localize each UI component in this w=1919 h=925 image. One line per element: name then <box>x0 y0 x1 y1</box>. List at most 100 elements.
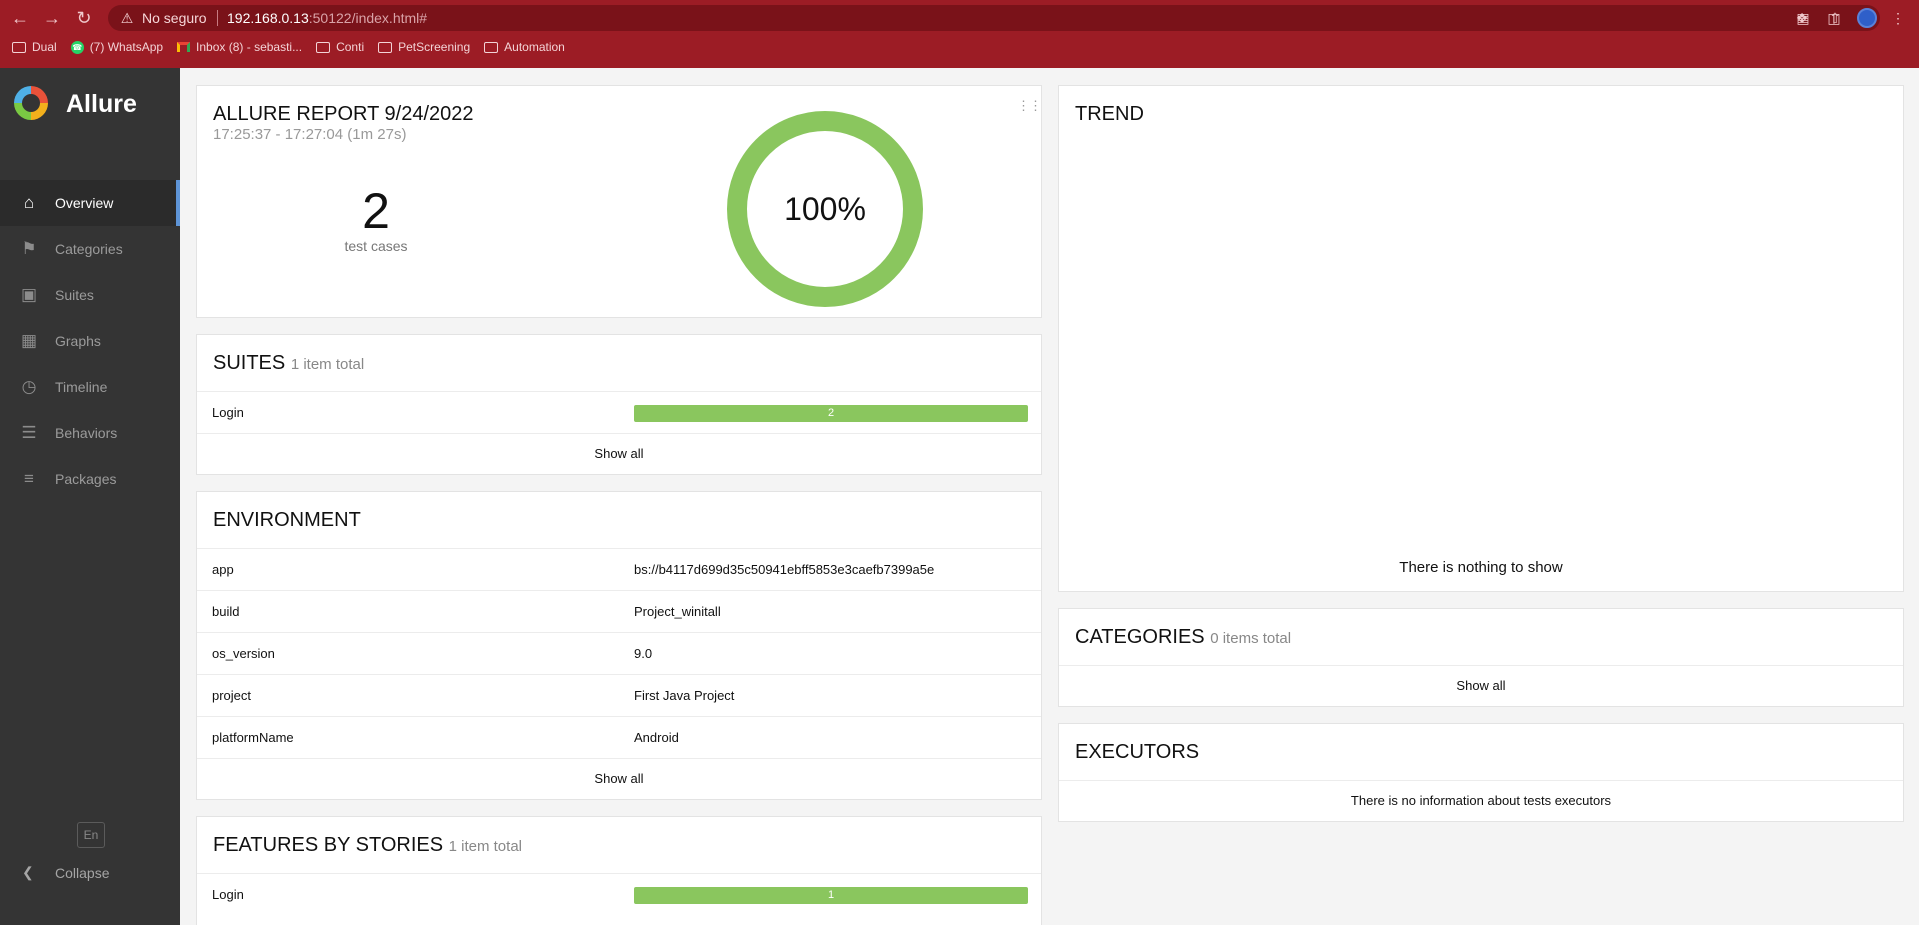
feature-status-bar[interactable]: 1 <box>634 887 1028 904</box>
bookmark-dual[interactable]: Dual <box>12 40 57 54</box>
test-case-count: 2 <box>362 183 390 239</box>
collapse-label: Collapse <box>55 865 110 881</box>
align-left-icon: ≡ <box>24 469 34 488</box>
sidebar-item-suites[interactable]: ▣ Suites <box>0 272 180 318</box>
sidebar-item-graphs[interactable]: ▦ Graphs <box>0 318 180 364</box>
address-divider <box>217 10 218 26</box>
drag-handle-icon[interactable]: ⋮⋮ <box>1017 98 1042 114</box>
folder-icon <box>316 41 331 53</box>
categories-title-text: CATEGORIES <box>1075 626 1205 648</box>
table-row: os_version 9.0 <box>197 632 1041 674</box>
sidebar-item-overview[interactable]: ⌂ Overview <box>0 180 180 226</box>
summary-widget: ALLURE REPORT 9/24/2022 17:25:37 - 17:27… <box>196 85 1042 318</box>
reload-icon[interactable]: ↻ <box>72 6 96 30</box>
suites-title: SUITES 1 item total <box>213 352 364 375</box>
bookmark-label: Inbox (8) - sebasti... <box>196 40 303 54</box>
bookmarks-bar: Dual ☎ (7) WhatsApp Inbox (8) - sebasti..… <box>12 40 565 54</box>
bookmark-conti[interactable]: Conti <box>316 40 364 54</box>
whatsapp-icon: ☎ <box>70 40 84 54</box>
sidebar-item-timeline[interactable]: ◷ Timeline <box>0 364 180 410</box>
suites-widget: SUITES 1 item total Login 2 Show all <box>196 334 1042 475</box>
briefcase-icon: ▣ <box>20 285 38 304</box>
sidebar-item-categories[interactable]: ⚑ Categories <box>0 226 180 272</box>
bookmark-label: Automation <box>504 40 565 54</box>
categories-title: CATEGORIES 0 items total <box>1075 626 1291 649</box>
executors-widget: EXECUTORS There is no information about … <box>1058 723 1904 822</box>
features-title-text: FEATURES BY STORIES <box>213 834 444 856</box>
collapse-button[interactable]: ❮ Collapse <box>0 858 180 888</box>
pass-rate-value: 100% <box>784 191 866 227</box>
features-widget: FEATURES BY STORIES 1 item total Login 1 <box>196 816 1042 925</box>
pass-rate-donut: 100% <box>727 111 923 307</box>
report-time-range: 17:25:37 - 17:27:04 (1m 27s) <box>213 126 407 143</box>
url-text: 192.168.0.13:50122/index.html# <box>227 10 427 26</box>
categories-widget: CATEGORIES 0 items total Show all <box>1058 608 1904 707</box>
suite-name: Login <box>212 405 244 420</box>
warning-icon: ⚠ <box>120 10 134 26</box>
sidebar-item-label: Graphs <box>55 333 101 349</box>
trend-title: TREND <box>1075 103 1144 125</box>
table-row: build Project_winitall <box>197 590 1041 632</box>
features-subtitle: 1 item total <box>448 838 522 855</box>
sidebar: Allure ⌂ Overview ⚑ Categories ▣ Suites … <box>0 68 180 925</box>
table-row: app bs://b4117d699d35c50941ebff5853e3cae… <box>197 548 1041 590</box>
sidebar-item-packages[interactable]: ≡ Packages <box>0 456 180 502</box>
bar-chart-icon: ▦ <box>20 331 38 350</box>
back-icon[interactable]: ← <box>8 6 32 30</box>
env-key: os_version <box>212 646 275 661</box>
report-title: ALLURE REPORT 9/24/2022 <box>213 103 474 125</box>
bookmark-automation[interactable]: Automation <box>484 40 565 54</box>
folder-icon <box>378 41 393 53</box>
security-label: No seguro <box>142 10 207 26</box>
environment-widget: ENVIRONMENT app bs://b4117d699d35c50941e… <box>196 491 1042 800</box>
executors-empty-message: There is no information about tests exec… <box>1059 780 1903 822</box>
table-row[interactable]: Login 1 <box>197 873 1041 915</box>
url-host: 192.168.0.13 <box>227 10 309 26</box>
env-value: bs://b4117d699d35c50941ebff5853e3caefb73… <box>634 562 935 577</box>
sidebar-item-label: Overview <box>55 195 114 211</box>
env-key: app <box>212 562 234 577</box>
home-icon: ⌂ <box>23 193 35 212</box>
extensions-icon[interactable]: ❖ <box>1792 8 1812 28</box>
trend-empty-message: There is nothing to show <box>1399 559 1563 576</box>
suites-subtitle: 1 item total <box>290 356 365 373</box>
env-value: Project_winitall <box>634 604 721 619</box>
env-value: Android <box>634 730 679 745</box>
feature-name: Login <box>212 887 244 902</box>
suite-status-bar[interactable]: 2 <box>634 405 1028 422</box>
table-row: platformName Android <box>197 716 1041 758</box>
environment-title: ENVIRONMENT <box>213 509 361 531</box>
categories-show-all-link[interactable]: Show all <box>1059 665 1903 707</box>
clock-icon: ◷ <box>21 377 37 396</box>
suites-show-all-link[interactable]: Show all <box>197 433 1041 475</box>
folder-icon <box>12 41 26 53</box>
allure-logo-icon <box>14 86 48 120</box>
sidebar-item-label: Packages <box>55 471 117 487</box>
environment-show-all-link[interactable]: Show all <box>197 758 1041 800</box>
bookmark-gmail[interactable]: Inbox (8) - sebasti... <box>177 40 302 54</box>
flag-icon: ⚑ <box>21 239 37 258</box>
suites-title-text: SUITES <box>213 352 286 374</box>
language-button[interactable]: En <box>77 822 105 848</box>
bookmark-petscreening[interactable]: PetScreening <box>378 40 470 54</box>
bookmark-label: Conti <box>336 40 365 54</box>
sidepanel-icon[interactable]: ◫ <box>1824 8 1844 28</box>
menu-dots-icon[interactable]: ⋮ <box>1888 8 1908 28</box>
browser-chrome: ← → ↻ ⚠ No seguro 192.168.0.13:50122/ind… <box>0 0 1919 68</box>
address-bar[interactable]: ⚠ No seguro 192.168.0.13:50122/index.htm… <box>108 5 1880 31</box>
bookmark-whatsapp[interactable]: ☎ (7) WhatsApp <box>70 40 164 54</box>
list-icon: ☰ <box>21 423 37 442</box>
table-row[interactable]: Login 2 <box>197 391 1041 433</box>
chevron-left-icon: ❮ <box>22 864 34 880</box>
app-name: Allure <box>66 90 137 118</box>
features-title: FEATURES BY STORIES 1 item total <box>213 834 522 857</box>
env-key: project <box>212 688 252 703</box>
folder-icon <box>484 41 499 53</box>
sidebar-item-label: Behaviors <box>55 425 118 441</box>
bookmark-label: (7) WhatsApp <box>89 40 164 54</box>
bookmark-label: Dual <box>32 40 57 54</box>
forward-icon[interactable]: → <box>40 6 64 30</box>
executors-title: EXECUTORS <box>1075 741 1200 763</box>
profile-avatar[interactable] <box>1857 8 1877 28</box>
sidebar-item-behaviors[interactable]: ☰ Behaviors <box>0 410 180 456</box>
